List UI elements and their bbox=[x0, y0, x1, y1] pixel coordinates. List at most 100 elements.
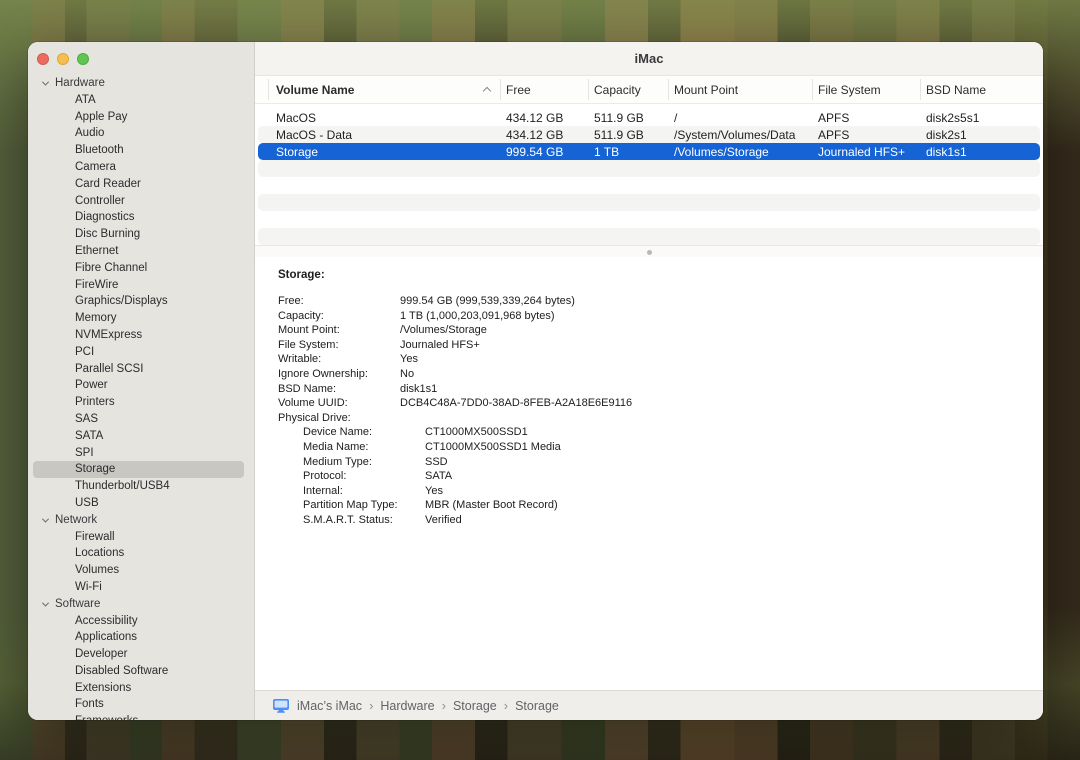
detail-label: Internal: bbox=[303, 484, 425, 499]
column-header-free[interactable]: Free bbox=[500, 76, 588, 103]
table-row-empty bbox=[258, 228, 1040, 245]
breadcrumb-separator: › bbox=[442, 698, 446, 713]
detail-label: File System: bbox=[278, 338, 400, 353]
cell-volume-name: Storage bbox=[258, 145, 500, 159]
sidebar-item-bluetooth[interactable]: Bluetooth bbox=[28, 142, 254, 159]
detail-row: Medium Type:SSD bbox=[255, 455, 1043, 470]
sidebar-item-applications[interactable]: Applications bbox=[28, 629, 254, 646]
sidebar-item-locations[interactable]: Locations bbox=[28, 545, 254, 562]
breadcrumb-item[interactable]: Storage bbox=[515, 699, 559, 713]
sidebar-item-disc-burning[interactable]: Disc Burning bbox=[28, 226, 254, 243]
detail-value: /Volumes/Storage bbox=[400, 323, 487, 338]
sidebar-item-sata[interactable]: SATA bbox=[28, 428, 254, 445]
breadcrumb-item[interactable]: Hardware bbox=[380, 699, 434, 713]
chevron-down-icon bbox=[42, 78, 49, 85]
detail-value: MBR (Master Boot Record) bbox=[425, 498, 558, 513]
detail-row: Partition Map Type:MBR (Master Boot Reco… bbox=[255, 498, 1043, 513]
zoom-button[interactable] bbox=[77, 53, 89, 65]
detail-label: Mount Point: bbox=[278, 323, 400, 338]
detail-value: Verified bbox=[425, 513, 462, 528]
sidebar-item-audio[interactable]: Audio bbox=[28, 125, 254, 142]
sidebar-item-pci[interactable]: PCI bbox=[28, 344, 254, 361]
detail-label: BSD Name: bbox=[278, 382, 400, 397]
sidebar-item-usb[interactable]: USB bbox=[28, 495, 254, 512]
sidebar-item-ata[interactable]: ATA bbox=[28, 92, 254, 109]
detail-row: Mount Point:/Volumes/Storage bbox=[255, 323, 1043, 338]
breadcrumb-item[interactable]: iMac’s iMac bbox=[297, 699, 362, 713]
cell-free: 999.54 GB bbox=[500, 145, 588, 159]
sidebar-item-camera[interactable]: Camera bbox=[28, 159, 254, 176]
table-row-macos[interactable]: MacOS434.12 GB511.9 GB/APFSdisk2s5s1 bbox=[258, 109, 1040, 126]
sidebar-section-label: Network bbox=[55, 512, 97, 529]
sidebar-item-accessibility[interactable]: Accessibility bbox=[28, 613, 254, 630]
sidebar-item-printers[interactable]: Printers bbox=[28, 394, 254, 411]
sidebar-item-volumes[interactable]: Volumes bbox=[28, 562, 254, 579]
sidebar-item-power[interactable]: Power bbox=[28, 377, 254, 394]
sidebar-item-firewall[interactable]: Firewall bbox=[28, 529, 254, 546]
sidebar-category-list: HardwareATAApple PayAudioBluetoothCamera… bbox=[28, 75, 254, 720]
splitter-grip-icon[interactable] bbox=[647, 250, 652, 255]
pane-splitter[interactable] bbox=[255, 245, 1043, 257]
volumes-table-header: Volume Name Free CapacityMount Point File S… bbox=[255, 76, 1043, 104]
detail-row: Physical Drive: bbox=[255, 411, 1043, 426]
table-row-empty bbox=[258, 160, 1040, 177]
sidebar-item-graphics-displays[interactable]: Graphics/Displays bbox=[28, 293, 254, 310]
sidebar-item-ethernet[interactable]: Ethernet bbox=[28, 243, 254, 260]
detail-label: Medium Type: bbox=[303, 455, 425, 470]
sidebar-item-controller[interactable]: Controller bbox=[28, 193, 254, 210]
sidebar-section-software[interactable]: Software bbox=[28, 596, 254, 613]
cell-free: 434.12 GB bbox=[500, 128, 588, 142]
sidebar: HardwareATAApple PayAudioBluetoothCamera… bbox=[28, 42, 255, 720]
column-header-bsd-name[interactable]: BSD Name bbox=[920, 76, 1043, 103]
breadcrumb-item[interactable]: Storage bbox=[453, 699, 497, 713]
sidebar-item-memory[interactable]: Memory bbox=[28, 310, 254, 327]
sidebar-item-extensions[interactable]: Extensions bbox=[28, 680, 254, 697]
detail-value: Yes bbox=[400, 352, 418, 367]
detail-value: SATA bbox=[425, 469, 452, 484]
table-row-storage[interactable]: Storage999.54 GB1 TB/Volumes/StorageJour… bbox=[258, 143, 1040, 160]
sidebar-item-disabled-software[interactable]: Disabled Software bbox=[28, 663, 254, 680]
cell-bsd-name: disk2s1 bbox=[920, 128, 1040, 142]
sidebar-item-apple-pay[interactable]: Apple Pay bbox=[28, 109, 254, 126]
column-header-capacity[interactable]: Capacity bbox=[588, 76, 668, 103]
sidebar-section-network[interactable]: Network bbox=[28, 512, 254, 529]
sidebar-item-wi-fi[interactable]: Wi-Fi bbox=[28, 579, 254, 596]
cell-capacity: 511.9 GB bbox=[588, 111, 668, 125]
column-header-mount-point[interactable]: Mount Point bbox=[668, 76, 812, 103]
minimize-button[interactable] bbox=[57, 53, 69, 65]
sidebar-item-sas[interactable]: SAS bbox=[28, 411, 254, 428]
detail-row: Free:999.54 GB (999,539,339,264 bytes) bbox=[255, 294, 1043, 309]
sidebar-item-nvmexpress[interactable]: NVMExpress bbox=[28, 327, 254, 344]
sidebar-item-spi[interactable]: SPI bbox=[28, 445, 254, 462]
detail-row: Media Name:CT1000MX500SSD1 Media bbox=[255, 440, 1043, 455]
sidebar-item-thunderbolt-usb4[interactable]: Thunderbolt/USB4 bbox=[28, 478, 254, 495]
table-row-macos-data[interactable]: MacOS - Data434.12 GB511.9 GB/System/Vol… bbox=[258, 126, 1040, 143]
cell-file-system: APFS bbox=[812, 111, 920, 125]
detail-row: Ignore Ownership:No bbox=[255, 367, 1043, 382]
detail-value: CT1000MX500SSD1 bbox=[425, 425, 528, 440]
detail-row: Volume UUID:DCB4C48A-7DD0-38AD-8FEB-A2A1… bbox=[255, 396, 1043, 411]
cell-mount-point: / bbox=[668, 111, 812, 125]
breadcrumb: iMac’s iMac›Hardware›Storage›Storage bbox=[297, 698, 559, 713]
sidebar-item-card-reader[interactable]: Card Reader bbox=[28, 176, 254, 193]
detail-value: 1 TB (1,000,203,091,968 bytes) bbox=[400, 309, 555, 324]
detail-row: Writable:Yes bbox=[255, 352, 1043, 367]
titlebar[interactable]: iMac bbox=[255, 42, 1043, 76]
sidebar-item-fibre-channel[interactable]: Fibre Channel bbox=[28, 260, 254, 277]
sidebar-item-parallel-scsi[interactable]: Parallel SCSI bbox=[28, 361, 254, 378]
close-button[interactable] bbox=[37, 53, 49, 65]
sidebar-item-storage[interactable]: Storage bbox=[33, 461, 244, 478]
column-header-volume-name[interactable]: Volume Name bbox=[255, 76, 500, 103]
sidebar-item-frameworks[interactable]: Frameworks bbox=[28, 713, 254, 720]
column-header-label: Free bbox=[506, 83, 531, 97]
sidebar-item-fonts[interactable]: Fonts bbox=[28, 696, 254, 713]
column-header-label: Volume Name bbox=[276, 83, 354, 97]
sidebar-item-diagnostics[interactable]: Diagnostics bbox=[28, 209, 254, 226]
column-header-label: File System bbox=[818, 83, 881, 97]
system-information-window: HardwareATAApple PayAudioBluetoothCamera… bbox=[28, 42, 1043, 720]
column-header-file-system[interactable]: File System bbox=[812, 76, 920, 103]
sidebar-item-developer[interactable]: Developer bbox=[28, 646, 254, 663]
sidebar-section-hardware[interactable]: Hardware bbox=[28, 75, 254, 92]
detail-value: disk1s1 bbox=[400, 382, 437, 397]
sidebar-item-firewire[interactable]: FireWire bbox=[28, 277, 254, 294]
